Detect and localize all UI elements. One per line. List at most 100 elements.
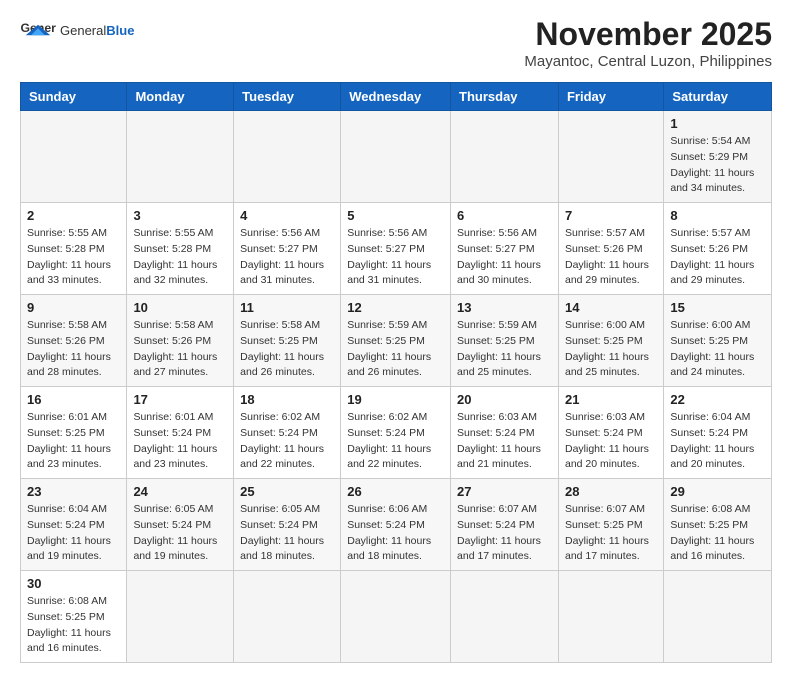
weekday-header-monday: Monday — [127, 83, 234, 111]
calendar-cell: 27 Sunrise: 6:07 AM Sunset: 5:24 PM Dayli… — [451, 479, 559, 571]
day-number: 1 — [670, 116, 765, 131]
page-header: General GeneralBlue November 2025 Mayant… — [20, 16, 772, 70]
day-info: Sunrise: 6:06 AM Sunset: 5:24 PM Dayligh… — [347, 502, 444, 565]
calendar-cell — [127, 111, 234, 203]
day-number: 21 — [565, 392, 657, 407]
weekday-header-tuesday: Tuesday — [234, 83, 341, 111]
logo-general: General — [60, 23, 106, 38]
calendar-cell: 29 Sunrise: 6:08 AM Sunset: 5:25 PM Dayli… — [664, 479, 772, 571]
day-number: 22 — [670, 392, 765, 407]
day-info: Sunrise: 5:57 AM Sunset: 5:26 PM Dayligh… — [670, 226, 765, 289]
day-number: 11 — [240, 300, 334, 315]
day-number: 4 — [240, 208, 334, 223]
day-info: Sunrise: 6:04 AM Sunset: 5:24 PM Dayligh… — [27, 502, 120, 565]
day-info: Sunrise: 6:07 AM Sunset: 5:25 PM Dayligh… — [565, 502, 657, 565]
title-block: November 2025 Mayantoc, Central Luzon, P… — [524, 16, 772, 70]
calendar-table: SundayMondayTuesdayWednesdayThursdayFrid… — [20, 82, 772, 663]
calendar-cell: 1 Sunrise: 5:54 AM Sunset: 5:29 PM Daylig… — [664, 111, 772, 203]
calendar-cell: 10 Sunrise: 5:58 AM Sunset: 5:26 PM Dayli… — [127, 295, 234, 387]
day-info: Sunrise: 5:58 AM Sunset: 5:25 PM Dayligh… — [240, 318, 334, 381]
calendar-cell — [127, 571, 234, 663]
weekday-header-friday: Friday — [558, 83, 663, 111]
day-number: 28 — [565, 484, 657, 499]
day-info: Sunrise: 5:58 AM Sunset: 5:26 PM Dayligh… — [133, 318, 227, 381]
calendar-cell: 20 Sunrise: 6:03 AM Sunset: 5:24 PM Dayli… — [451, 387, 559, 479]
calendar-cell: 26 Sunrise: 6:06 AM Sunset: 5:24 PM Dayli… — [341, 479, 451, 571]
day-info: Sunrise: 5:54 AM Sunset: 5:29 PM Dayligh… — [670, 134, 765, 197]
calendar-cell: 14Sunrise: 6:00 AM Sunset: 5:25 PM Dayli… — [558, 295, 663, 387]
calendar-cell: 24 Sunrise: 6:05 AM Sunset: 5:24 PM Dayli… — [127, 479, 234, 571]
month-title: November 2025 — [524, 16, 772, 53]
calendar-row-6: 30Sunrise: 6:08 AM Sunset: 5:25 PM Dayli… — [21, 571, 772, 663]
calendar-cell: 23 Sunrise: 6:04 AM Sunset: 5:24 PM Dayli… — [21, 479, 127, 571]
day-info: Sunrise: 6:03 AM Sunset: 5:24 PM Dayligh… — [457, 410, 552, 473]
day-number: 6 — [457, 208, 552, 223]
calendar-cell — [341, 571, 451, 663]
day-number: 9 — [27, 300, 120, 315]
calendar-cell: 30Sunrise: 6:08 AM Sunset: 5:25 PM Dayli… — [21, 571, 127, 663]
day-info: Sunrise: 6:08 AM Sunset: 5:25 PM Dayligh… — [670, 502, 765, 565]
day-number: 10 — [133, 300, 227, 315]
calendar-cell — [21, 111, 127, 203]
day-info: Sunrise: 5:59 AM Sunset: 5:25 PM Dayligh… — [457, 318, 552, 381]
day-number: 3 — [133, 208, 227, 223]
day-info: Sunrise: 6:01 AM Sunset: 5:25 PM Dayligh… — [27, 410, 120, 473]
day-number: 16 — [27, 392, 120, 407]
calendar-row-5: 23 Sunrise: 6:04 AM Sunset: 5:24 PM Dayli… — [21, 479, 772, 571]
calendar-cell: 6Sunrise: 5:56 AM Sunset: 5:27 PM Daylig… — [451, 203, 559, 295]
calendar-cell: 4Sunrise: 5:56 AM Sunset: 5:27 PM Daylig… — [234, 203, 341, 295]
weekday-header-row: SundayMondayTuesdayWednesdayThursdayFrid… — [21, 83, 772, 111]
calendar-cell: 7 Sunrise: 5:57 AM Sunset: 5:26 PM Daylig… — [558, 203, 663, 295]
calendar-cell — [341, 111, 451, 203]
calendar-cell: 13 Sunrise: 5:59 AM Sunset: 5:25 PM Dayli… — [451, 295, 559, 387]
day-number: 18 — [240, 392, 334, 407]
calendar-cell: 3Sunrise: 5:55 AM Sunset: 5:28 PM Daylig… — [127, 203, 234, 295]
day-number: 7 — [565, 208, 657, 223]
day-number: 12 — [347, 300, 444, 315]
logo: General GeneralBlue — [20, 16, 134, 44]
calendar-cell: 2 Sunrise: 5:55 AM Sunset: 5:28 PM Daylig… — [21, 203, 127, 295]
day-info: Sunrise: 6:05 AM Sunset: 5:24 PM Dayligh… — [240, 502, 334, 565]
calendar-row-1: 1 Sunrise: 5:54 AM Sunset: 5:29 PM Daylig… — [21, 111, 772, 203]
day-info: Sunrise: 5:55 AM Sunset: 5:28 PM Dayligh… — [27, 226, 120, 289]
day-number: 23 — [27, 484, 120, 499]
calendar-row-4: 16 Sunrise: 6:01 AM Sunset: 5:25 PM Dayli… — [21, 387, 772, 479]
day-number: 13 — [457, 300, 552, 315]
day-info: Sunrise: 6:00 AM Sunset: 5:25 PM Dayligh… — [670, 318, 765, 381]
day-number: 17 — [133, 392, 227, 407]
calendar-cell — [558, 111, 663, 203]
day-number: 20 — [457, 392, 552, 407]
day-info: Sunrise: 6:07 AM Sunset: 5:24 PM Dayligh… — [457, 502, 552, 565]
calendar-cell: 9 Sunrise: 5:58 AM Sunset: 5:26 PM Daylig… — [21, 295, 127, 387]
location-subtitle: Mayantoc, Central Luzon, Philippines — [524, 53, 772, 70]
day-info: Sunrise: 6:05 AM Sunset: 5:24 PM Dayligh… — [133, 502, 227, 565]
calendar-cell: 18Sunrise: 6:02 AM Sunset: 5:24 PM Dayli… — [234, 387, 341, 479]
calendar-cell: 17 Sunrise: 6:01 AM Sunset: 5:24 PM Dayli… — [127, 387, 234, 479]
calendar-cell: 21 Sunrise: 6:03 AM Sunset: 5:24 PM Dayli… — [558, 387, 663, 479]
day-number: 19 — [347, 392, 444, 407]
weekday-header-thursday: Thursday — [451, 83, 559, 111]
calendar-cell — [451, 111, 559, 203]
day-number: 27 — [457, 484, 552, 499]
day-info: Sunrise: 5:56 AM Sunset: 5:27 PM Dayligh… — [347, 226, 444, 289]
day-info: Sunrise: 6:02 AM Sunset: 5:24 PM Dayligh… — [347, 410, 444, 473]
day-number: 8 — [670, 208, 765, 223]
day-number: 5 — [347, 208, 444, 223]
weekday-header-saturday: Saturday — [664, 83, 772, 111]
calendar-cell: 16 Sunrise: 6:01 AM Sunset: 5:25 PM Dayli… — [21, 387, 127, 479]
day-info: Sunrise: 6:08 AM Sunset: 5:25 PM Dayligh… — [27, 594, 120, 657]
day-number: 25 — [240, 484, 334, 499]
calendar-cell: 8 Sunrise: 5:57 AM Sunset: 5:26 PM Daylig… — [664, 203, 772, 295]
calendar-cell: 25 Sunrise: 6:05 AM Sunset: 5:24 PM Dayli… — [234, 479, 341, 571]
day-info: Sunrise: 5:57 AM Sunset: 5:26 PM Dayligh… — [565, 226, 657, 289]
day-number: 24 — [133, 484, 227, 499]
day-info: Sunrise: 6:01 AM Sunset: 5:24 PM Dayligh… — [133, 410, 227, 473]
calendar-row-2: 2 Sunrise: 5:55 AM Sunset: 5:28 PM Daylig… — [21, 203, 772, 295]
day-number: 26 — [347, 484, 444, 499]
day-info: Sunrise: 6:03 AM Sunset: 5:24 PM Dayligh… — [565, 410, 657, 473]
calendar-cell — [451, 571, 559, 663]
day-info: Sunrise: 5:58 AM Sunset: 5:26 PM Dayligh… — [27, 318, 120, 381]
calendar-cell: 15Sunrise: 6:00 AM Sunset: 5:25 PM Dayli… — [664, 295, 772, 387]
day-number: 2 — [27, 208, 120, 223]
day-number: 29 — [670, 484, 765, 499]
